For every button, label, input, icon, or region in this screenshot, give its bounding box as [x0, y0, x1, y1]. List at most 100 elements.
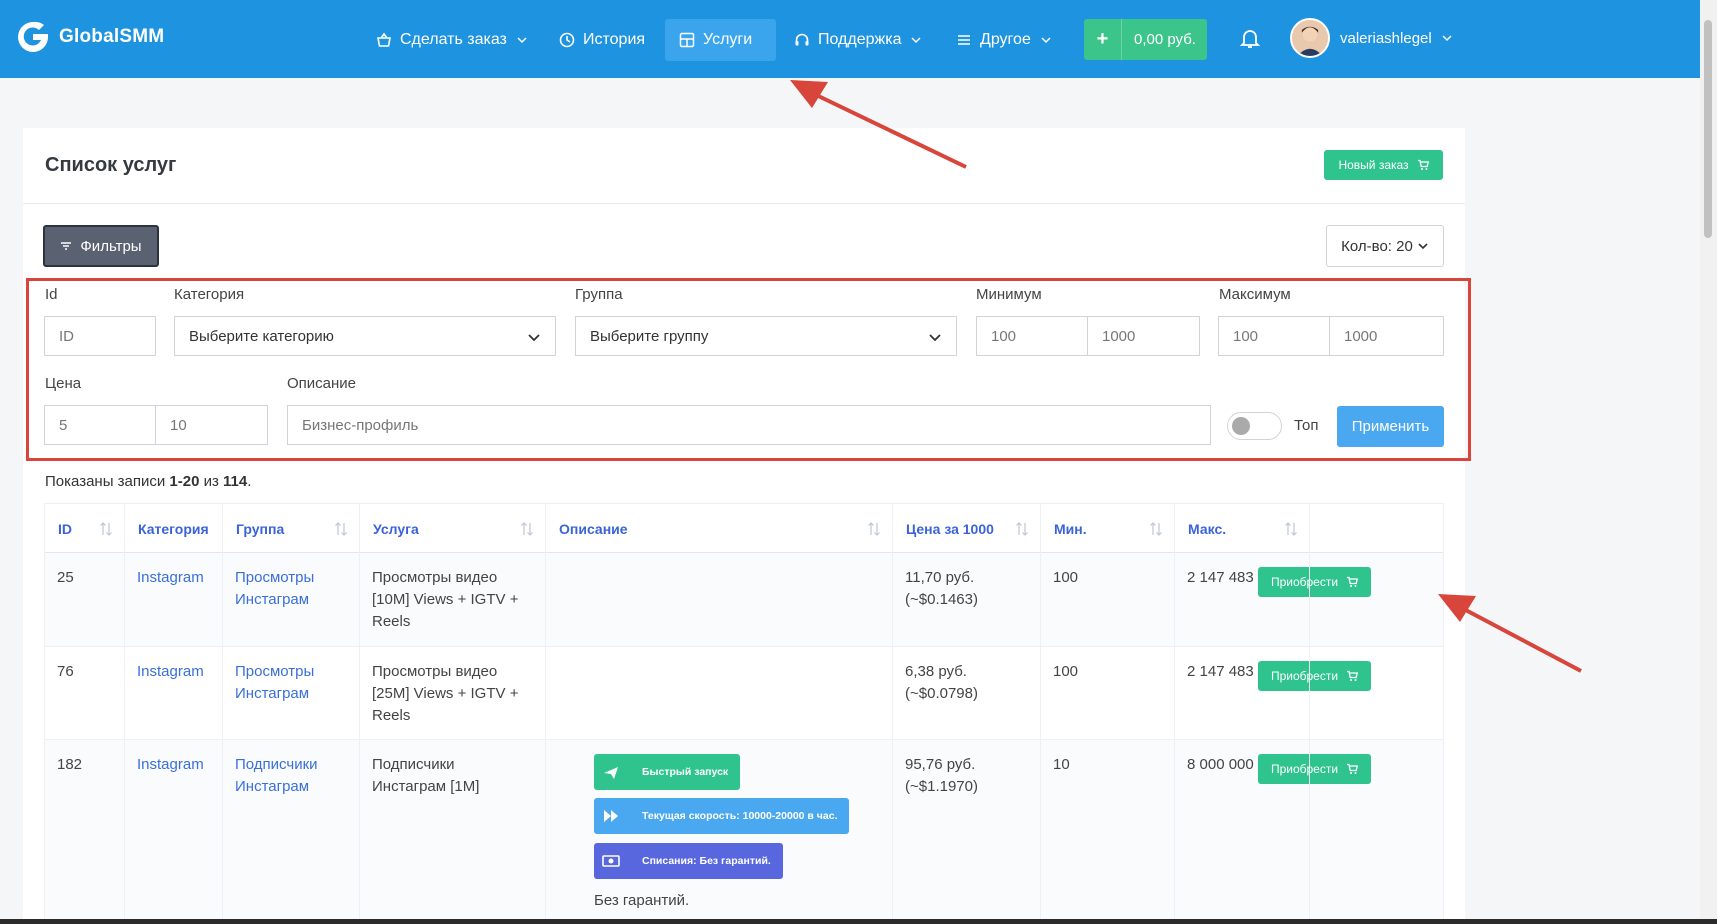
th-price[interactable]: Цена за 1000 — [893, 504, 1041, 554]
scrollbar-thumb[interactable] — [1704, 20, 1712, 238]
cell-category-link[interactable]: Instagram — [124, 661, 204, 683]
new-order-button[interactable]: Новый заказ — [1324, 150, 1443, 180]
cell-group-link[interactable]: Подписчики Инстаграм — [222, 754, 318, 798]
fast-forward-icon — [604, 810, 618, 822]
cell-min: 100 — [1053, 663, 1079, 680]
group-line: Инстаграм — [235, 778, 310, 795]
badge-fast-start: Быстрый запуск — [594, 754, 741, 790]
th-id-label: ID — [58, 521, 72, 537]
group-line: Просмотры — [235, 663, 315, 680]
cart-icon — [1347, 670, 1359, 681]
badge-text: Быстрый запуск — [642, 766, 729, 778]
sort-icon — [1016, 522, 1028, 536]
sort-icon — [100, 522, 112, 536]
headset-icon — [795, 33, 809, 46]
chevron-down-icon — [517, 37, 527, 44]
nav-other-label: Другое — [980, 31, 1031, 48]
filters-label: Фильтры — [80, 237, 142, 255]
th-description[interactable]: Описание — [546, 504, 893, 554]
nav-history[interactable]: История — [545, 19, 659, 61]
service-line: Инстаграм [1M] — [372, 778, 480, 795]
cart-icon — [1347, 763, 1359, 774]
buy-button[interactable]: Приобрести — [1258, 754, 1371, 784]
cell-min: 100 — [1053, 569, 1079, 586]
chevron-down-icon — [1442, 35, 1452, 42]
cell-service: Подписчики Инстаграм [1M] — [359, 754, 479, 798]
buy-button[interactable]: Приобрести — [1258, 661, 1371, 691]
column-divider — [1309, 503, 1310, 924]
page-size-value: Кол-во: 20 — [1341, 237, 1413, 255]
cell-price: 6,38 руб. (~$0.0798) — [892, 661, 978, 705]
th-price-label: Цена за 1000 — [906, 521, 994, 537]
filter-icon — [61, 242, 72, 250]
cell-category-link[interactable]: Instagram — [124, 754, 204, 776]
price-rub: 11,70 руб. — [905, 569, 975, 586]
avatar — [1290, 18, 1330, 58]
chevron-down-icon — [911, 37, 921, 44]
records-total: 114 — [223, 473, 248, 490]
th-min[interactable]: Мин. — [1041, 504, 1175, 554]
cell-max: 8 000 000 — [1187, 756, 1254, 773]
cell-group-link[interactable]: Просмотры Инстаграм — [222, 661, 314, 705]
page-size-select[interactable]: Кол-во: 20 — [1326, 225, 1444, 267]
th-min-label: Мин. — [1054, 521, 1087, 537]
add-funds-button[interactable]: + 0,00 руб. — [1084, 19, 1207, 60]
sort-icon — [1285, 522, 1297, 536]
brand-logo[interactable]: GlobalSMM — [15, 19, 164, 55]
price-rub: 6,38 руб. — [905, 663, 967, 680]
column-divider — [1443, 503, 1444, 924]
page-scrollbar[interactable] — [1700, 0, 1717, 924]
filters-button[interactable]: Фильтры — [43, 225, 159, 267]
avatar-image — [1292, 20, 1328, 56]
column-divider — [1040, 503, 1041, 924]
group-line: Инстаграм — [235, 685, 310, 702]
records-suffix: . — [247, 473, 252, 490]
th-max[interactable]: Макс. — [1175, 504, 1310, 554]
group-line: Подписчики — [235, 756, 318, 773]
buy-button[interactable]: Приобрести — [1258, 567, 1371, 597]
nav-support[interactable]: Поддержка — [780, 19, 935, 61]
th-max-label: Макс. — [1188, 521, 1227, 537]
buy-label: Приобрести — [1270, 575, 1339, 589]
buy-label: Приобрести — [1270, 762, 1339, 776]
cell-service: Просмотры видео [10M] Views + IGTV + Reels — [359, 567, 518, 633]
bell-icon[interactable] — [1238, 26, 1262, 50]
page-title: Список услуг — [45, 154, 177, 176]
table-row: 76 Instagram Просмотры Инстаграм Просмотр… — [44, 647, 1444, 740]
service-line: Reels — [372, 707, 411, 724]
price-usd: (~$0.0798) — [905, 685, 978, 702]
nav-support-label: Поддержка — [818, 31, 902, 48]
nav-services[interactable]: Услуги — [665, 19, 776, 61]
brand-name: GlobalSMM — [59, 26, 165, 47]
plane-icon — [604, 767, 618, 779]
new-order-label: Новый заказ — [1338, 158, 1409, 172]
th-service[interactable]: Услуга — [360, 504, 546, 554]
grid-icon — [679, 32, 695, 48]
balance-amount: 0,00 руб. — [1134, 31, 1196, 48]
th-service-label: Услуга — [373, 521, 419, 537]
column-divider — [545, 503, 546, 924]
column-divider — [124, 503, 125, 924]
cart-icon — [1347, 576, 1359, 587]
cell-id: 182 — [57, 756, 83, 773]
user-menu[interactable]: valeriashlegel — [1290, 18, 1452, 58]
column-divider — [222, 503, 223, 924]
description-note: Без гарантий. — [594, 892, 690, 909]
th-id[interactable]: ID — [45, 504, 125, 554]
cell-group-link[interactable]: Просмотры Инстаграм — [222, 567, 314, 611]
nav-make-order[interactable]: Сделать заказ — [362, 19, 541, 61]
nav-other[interactable]: Другое — [942, 19, 1065, 61]
th-category[interactable]: Категория — [125, 504, 223, 554]
username: valeriashlegel — [1340, 29, 1432, 47]
service-line: Подписчики — [372, 756, 455, 773]
top-navbar: GlobalSMM Сделать заказ История Услуги П… — [0, 0, 1717, 78]
badge-speed: Текущая скорость: 10000-20000 в час. — [594, 798, 850, 834]
records-summary: Показаны записи 1-20 из 114. — [45, 473, 251, 490]
th-group[interactable]: Группа — [223, 504, 360, 554]
cell-id: 25 — [57, 569, 74, 586]
cell-category-link[interactable]: Instagram — [124, 567, 204, 589]
cart-icon — [1417, 159, 1429, 170]
table-row: 182 Instagram Подписчики Инстаграм Подпис… — [44, 740, 1444, 924]
cell-price: 11,70 руб. (~$0.1463) — [892, 567, 978, 611]
cell-service: Просмотры видео [25M] Views + IGTV + Reels — [359, 661, 518, 727]
